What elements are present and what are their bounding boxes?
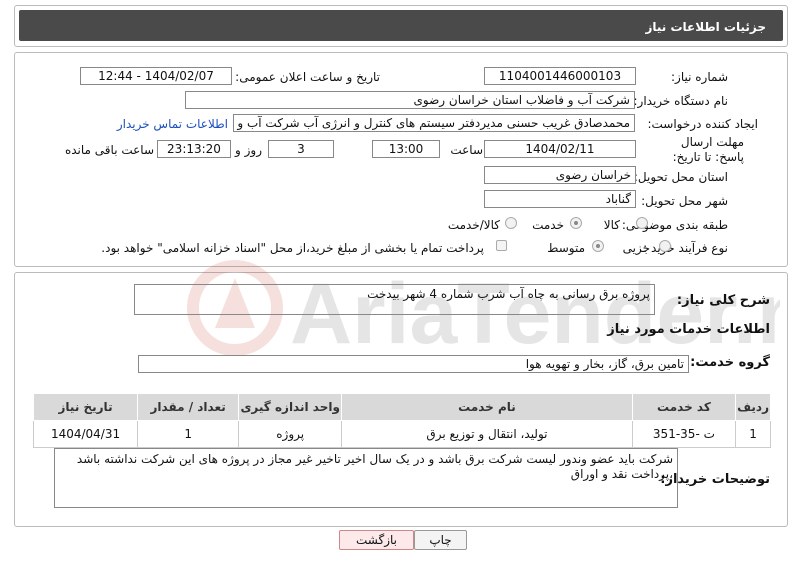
- services-table: ردیف کد خدمت نام خدمت واحد اندازه گیری ت…: [32, 393, 771, 448]
- creator-field[interactable]: محمدصادق غریب حسنی مدیردفتر سیستم های کن…: [233, 114, 635, 132]
- remaining-time-field[interactable]: 23:13:20: [157, 140, 231, 158]
- col-header-service-code: کد خدمت: [631, 393, 737, 421]
- category-option-service: خدمت: [532, 218, 564, 232]
- days-label: روز و: [235, 143, 262, 157]
- cell-service-name: تولید، انتقال و توزیع برق: [341, 420, 633, 448]
- buyer-field[interactable]: شرکت آب و فاضلاب استان خراسان رضوی: [185, 91, 635, 109]
- back-button[interactable]: بازگشت: [339, 530, 414, 550]
- cell-service-code: ت -35-351: [631, 420, 737, 448]
- col-header-service-name: نام خدمت: [341, 393, 633, 421]
- contact-info-link[interactable]: اطلاعات تماس خریدار: [117, 117, 228, 131]
- deadline-label: مهلت ارسال پاسخ: تا تاریخ:: [672, 135, 744, 164]
- need-number-label: شماره نیاز:: [671, 70, 728, 84]
- category-radio-goods-service[interactable]: [505, 217, 517, 229]
- days-field[interactable]: 3: [268, 140, 334, 158]
- cell-quantity: 1: [137, 420, 240, 448]
- print-button[interactable]: چاپ: [414, 530, 467, 550]
- table-header-row: ردیف کد خدمت نام خدمت واحد اندازه گیری ت…: [32, 393, 771, 421]
- deadline-date-field[interactable]: 1404/02/11: [484, 140, 636, 158]
- summary-text: پروژه برق رسانی به چاه آب شرب شماره 4 شه…: [367, 287, 650, 301]
- province-field[interactable]: خراسان رضوی: [484, 166, 636, 184]
- service-group-field[interactable]: تامین برق، گاز، بخار و تهویه هوا: [138, 355, 689, 373]
- notes-text: شرکت باید عضو وندور لیست شرکت برق باشد و…: [76, 452, 673, 481]
- category-option-goods-service: کالا/خدمت: [447, 218, 500, 232]
- col-header-need-date: تاریخ نیاز: [32, 393, 139, 421]
- cell-need-date: 1404/04/31: [32, 420, 139, 448]
- city-field[interactable]: گناباد: [484, 190, 636, 208]
- remaining-label: ساعت باقی مانده: [64, 143, 154, 157]
- province-label: استان محل تحویل:: [633, 170, 728, 184]
- cell-row-number: 1: [735, 420, 771, 448]
- announce-label: تاریخ و ساعت اعلان عمومی:: [235, 70, 380, 84]
- col-header-quantity: تعداد / مقدار: [137, 393, 240, 421]
- service-group-label: گروه خدمت:: [690, 355, 770, 370]
- page-title: جزئیات اطلاعات نیاز: [645, 20, 766, 34]
- buyer-label: نام دستگاه خریدار:: [633, 94, 729, 108]
- col-header-unit: واحد اندازه گیری: [238, 393, 343, 421]
- creator-label: ایجاد کننده درخواست:: [647, 117, 758, 131]
- category-radio-goods[interactable]: [636, 217, 648, 229]
- category-radio-service[interactable]: [570, 217, 582, 229]
- table-row: 1 ت -35-351 تولید، انتقال و توزیع برق پر…: [32, 420, 771, 448]
- need-number-field[interactable]: 1104001446000103: [484, 67, 636, 85]
- hour-label: ساعت: [450, 143, 483, 157]
- cell-unit: پروژه: [238, 420, 343, 448]
- col-header-row-number: ردیف: [735, 393, 771, 421]
- announce-field[interactable]: 1404/02/07 - 12:44: [80, 67, 232, 85]
- summary-label: شرح کلی نیاز:: [676, 293, 770, 308]
- summary-field[interactable]: پروژه برق رسانی به چاه آب شرب شماره 4 شه…: [134, 284, 655, 315]
- notes-field[interactable]: شرکت باید عضو وندور لیست شرکت برق باشد و…: [54, 448, 678, 508]
- city-label: شهر محل تحویل:: [641, 194, 728, 208]
- deadline-hour-field[interactable]: 13:00: [372, 140, 440, 158]
- services-section-title: اطلاعات خدمات مورد نیاز: [607, 322, 770, 337]
- category-option-goods: کالا: [603, 218, 620, 232]
